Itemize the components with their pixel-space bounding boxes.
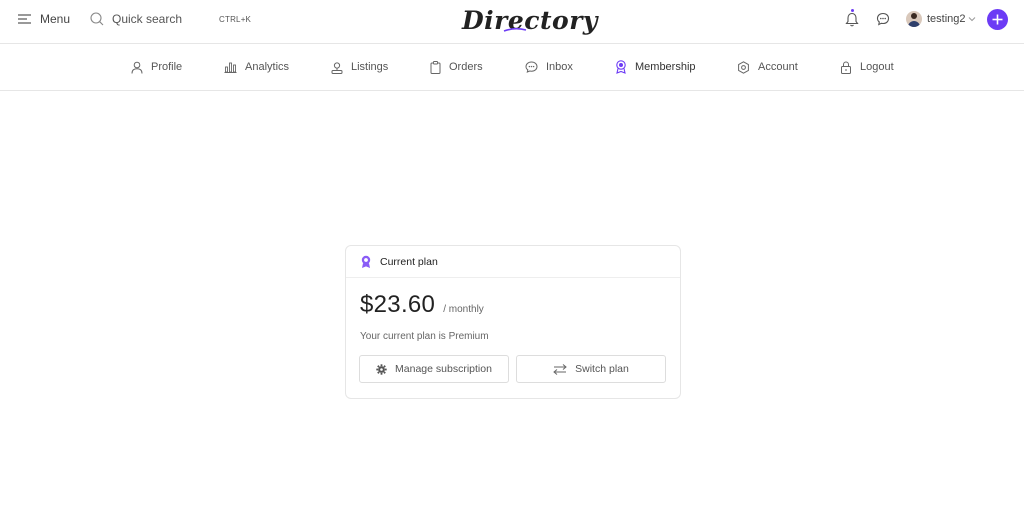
plan-description: Your current plan is Premium [360, 331, 489, 342]
notifications-button[interactable] [845, 0, 859, 38]
manage-subscription-label: Manage subscription [395, 363, 492, 375]
nav-item-listings[interactable]: Listings [331, 44, 388, 90]
listing-icon [331, 61, 343, 74]
badge-icon [361, 255, 371, 268]
nav-label-inbox: Inbox [546, 61, 573, 73]
user-icon [131, 61, 143, 74]
menu-label: Menu [40, 12, 71, 26]
nav-item-analytics[interactable]: Analytics [224, 44, 289, 90]
gear-icon [738, 60, 749, 74]
nav-label-logout: Logout [860, 61, 894, 73]
manage-subscription-button[interactable]: Manage subscription [359, 355, 509, 383]
clipboard-icon [430, 60, 441, 74]
chevron-down-icon [968, 17, 975, 22]
gear-icon [376, 363, 387, 375]
nav-label-orders: Orders [449, 61, 483, 73]
messages-button[interactable] [876, 0, 890, 38]
switch-plan-button[interactable]: Switch plan [516, 355, 666, 383]
menu-button[interactable]: Menu [18, 0, 70, 38]
nav-item-profile[interactable]: Profile [131, 44, 182, 90]
lock-icon [841, 60, 851, 74]
card-title: Current plan [380, 255, 438, 268]
quick-search[interactable]: Quick search [90, 0, 182, 38]
logo-underline [503, 27, 527, 32]
swap-arrows-icon [553, 363, 567, 375]
top-header: Menu Quick search CTRL+K Directory testi… [0, 0, 1024, 44]
hamburger-icon [18, 14, 31, 24]
add-button[interactable] [987, 9, 1008, 30]
search-icon [90, 12, 104, 26]
chat-icon [525, 61, 538, 73]
nav-label-analytics: Analytics [245, 61, 290, 73]
plan-price: $23.60 [360, 291, 436, 318]
user-menu[interactable]: testing2 [906, 0, 976, 38]
site-logo[interactable]: Directory [462, 2, 598, 38]
bell-icon [845, 12, 859, 26]
bar-chart-icon [224, 62, 237, 73]
nav-item-logout[interactable]: Logout [840, 44, 894, 90]
nav-item-membership[interactable]: Membership [615, 44, 696, 90]
badge-icon [616, 60, 626, 74]
nav-item-orders[interactable]: Orders [430, 44, 483, 90]
username: testing2 [927, 13, 966, 25]
card-header: Current plan [346, 246, 680, 278]
nav-label-account: Account [758, 61, 798, 73]
nav-label-listings: Listings [351, 61, 389, 73]
plus-icon [992, 14, 1003, 25]
price-row: $23.60 / monthly [360, 291, 484, 319]
shortcut-hint: CTRL+K [219, 14, 252, 24]
current-plan-card: Current plan $23.60 / monthly Your curre… [345, 245, 681, 399]
switch-plan-label: Switch plan [575, 363, 629, 375]
profile-nav: Profile Analytics Listings Orders Inbox [0, 44, 1024, 91]
chat-bubble-icon [876, 12, 890, 26]
search-label: Quick search [112, 12, 183, 26]
nav-label-profile: Profile [151, 61, 183, 73]
nav-label-membership: Membership [635, 61, 696, 73]
nav-item-account[interactable]: Account [737, 44, 798, 90]
avatar [906, 11, 922, 27]
plan-period: / monthly [443, 304, 484, 315]
nav-item-inbox[interactable]: Inbox [525, 44, 573, 90]
notification-dot [851, 9, 854, 12]
